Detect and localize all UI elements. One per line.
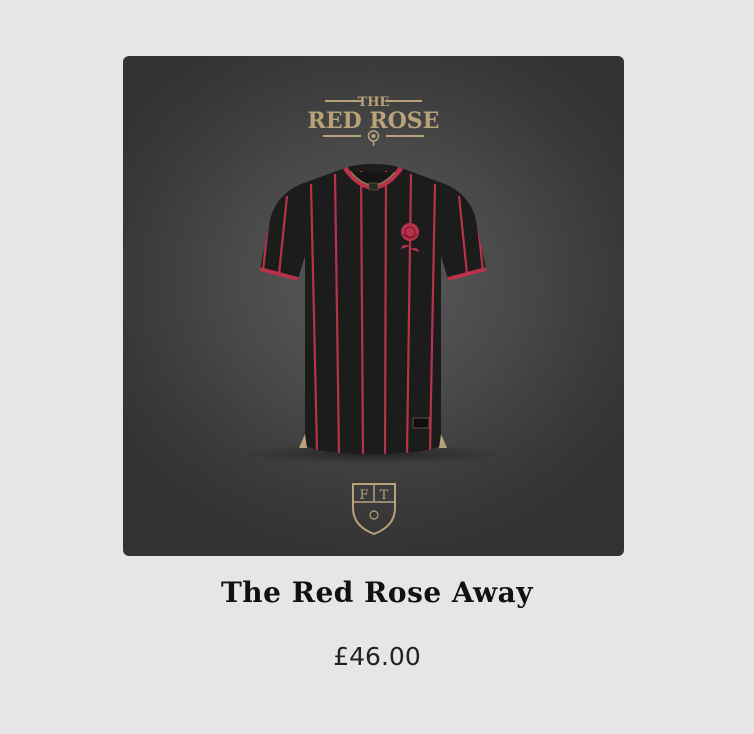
brand-logo-line2: RED ROSE: [308, 108, 440, 134]
product-card: THE RED ROSE F T The Red Rose Away £46.0…: [0, 0, 754, 734]
crest-letter-left: F: [359, 488, 368, 503]
crest-letter-right: T: [380, 488, 389, 503]
product-image-artwork: THE RED ROSE F T: [238, 95, 508, 536]
hem-label: [412, 417, 430, 429]
shirt-illustration: [259, 164, 487, 454]
brand-logo: THE RED ROSE: [308, 95, 440, 146]
product-image[interactable]: THE RED ROSE F T: [123, 56, 624, 556]
product-price: £46.00: [333, 642, 421, 671]
ft-shield-crest-icon: F T: [352, 483, 396, 536]
product-title[interactable]: The Red Rose Away: [0, 576, 754, 609]
